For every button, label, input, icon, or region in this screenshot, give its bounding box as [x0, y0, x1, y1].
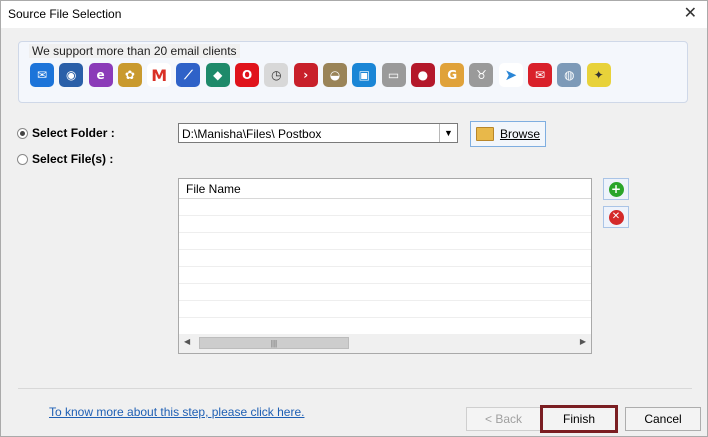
envelope-red-icon: ✉: [528, 63, 553, 87]
select-files-radio[interactable]: [17, 153, 28, 165]
paper-plane-icon: ➤: [498, 63, 523, 87]
email-client-icons: ✉ ◉ e ✿ M ⟋ ◆ O ◷ › ◒ ▣ ▭ ● G ♉ ➤ ✉ ◍ ✦: [30, 63, 611, 91]
seamonkey-icon: ✿: [117, 63, 142, 87]
folder-path-dropdown[interactable]: D:\Manisha\Files\ Postbox ▼: [178, 123, 458, 143]
chevron-down-icon[interactable]: ▼: [439, 124, 457, 142]
select-files-option[interactable]: Select File(s) :: [17, 152, 113, 166]
globe-mail-icon: ◍: [557, 63, 582, 87]
windows-mail-icon: ▣: [352, 63, 377, 87]
select-files-label: Select File(s) :: [32, 152, 114, 166]
grid-row-line: [179, 266, 591, 267]
opera-icon: O: [235, 63, 260, 87]
monitor-mail-icon: ▭: [381, 63, 406, 87]
plus-icon: +: [608, 181, 624, 197]
berries-icon: ●: [410, 63, 435, 87]
column-header-file-name[interactable]: File Name: [186, 182, 241, 196]
grid-row-line: [179, 215, 591, 216]
grid-row-line: [179, 283, 591, 284]
help-link[interactable]: To know more about this step, please cli…: [49, 405, 304, 419]
bat-icon: ✦: [586, 63, 611, 87]
mailbird-icon: ◆: [205, 63, 230, 87]
back-button[interactable]: < Back: [466, 407, 541, 431]
arrow-mail-icon: ›: [293, 63, 318, 87]
footer-divider: [18, 388, 692, 389]
cancel-label: Cancel: [644, 412, 682, 426]
gmail-icon: M: [147, 63, 172, 87]
source-file-selection-dialog: Source File Selection ✕ We support more …: [0, 0, 708, 437]
g-icon: G: [440, 63, 465, 87]
scrollbar-thumb[interactable]: |||: [199, 337, 349, 349]
finish-label: Finish: [562, 412, 595, 426]
grid-row-line: [179, 232, 591, 233]
window-title: Source File Selection: [8, 7, 122, 21]
title-bar: Source File Selection ✕: [1, 1, 707, 28]
grid-header: File Name: [179, 179, 591, 199]
landscape-icon: ◒: [322, 63, 347, 87]
finish-button[interactable]: Finish: [540, 405, 618, 433]
back-label: < Back: [484, 412, 523, 426]
time-mail-icon: ◷: [264, 63, 289, 87]
remove-icon: ✕: [608, 209, 624, 225]
eudora-icon: e: [88, 63, 113, 87]
remove-file-button[interactable]: ✕: [603, 206, 629, 228]
scroll-left-icon[interactable]: ◀: [184, 337, 190, 346]
postbox-icon: ⟋: [176, 63, 201, 87]
scroll-right-icon[interactable]: ▶: [580, 337, 586, 346]
browse-label: Browse: [499, 127, 540, 141]
folder-path-value: D:\Manisha\Files\ Postbox: [182, 127, 322, 141]
close-icon[interactable]: ✕: [684, 5, 697, 23]
gnu-icon: ♉: [469, 63, 494, 87]
add-file-button[interactable]: +: [603, 178, 629, 200]
browse-button[interactable]: Browse: [470, 121, 546, 147]
folder-open-icon: [475, 127, 494, 141]
thunderbird-icon: ◉: [59, 63, 84, 87]
file-list-grid[interactable]: File Name ◀ ||| ▶: [178, 178, 592, 354]
grid-row-line: [179, 317, 591, 318]
grid-row-line: [179, 300, 591, 301]
supported-clients-label: We support more than 20 email clients: [29, 44, 240, 58]
cancel-button[interactable]: Cancel: [625, 407, 701, 431]
select-folder-label: Select Folder :: [32, 126, 115, 140]
horizontal-scrollbar[interactable]: ◀ ||| ▶: [179, 334, 591, 353]
select-folder-option[interactable]: Select Folder :: [17, 126, 115, 140]
mail-icon: ✉: [30, 63, 54, 87]
select-folder-radio[interactable]: [17, 127, 28, 139]
grid-row-line: [179, 249, 591, 250]
